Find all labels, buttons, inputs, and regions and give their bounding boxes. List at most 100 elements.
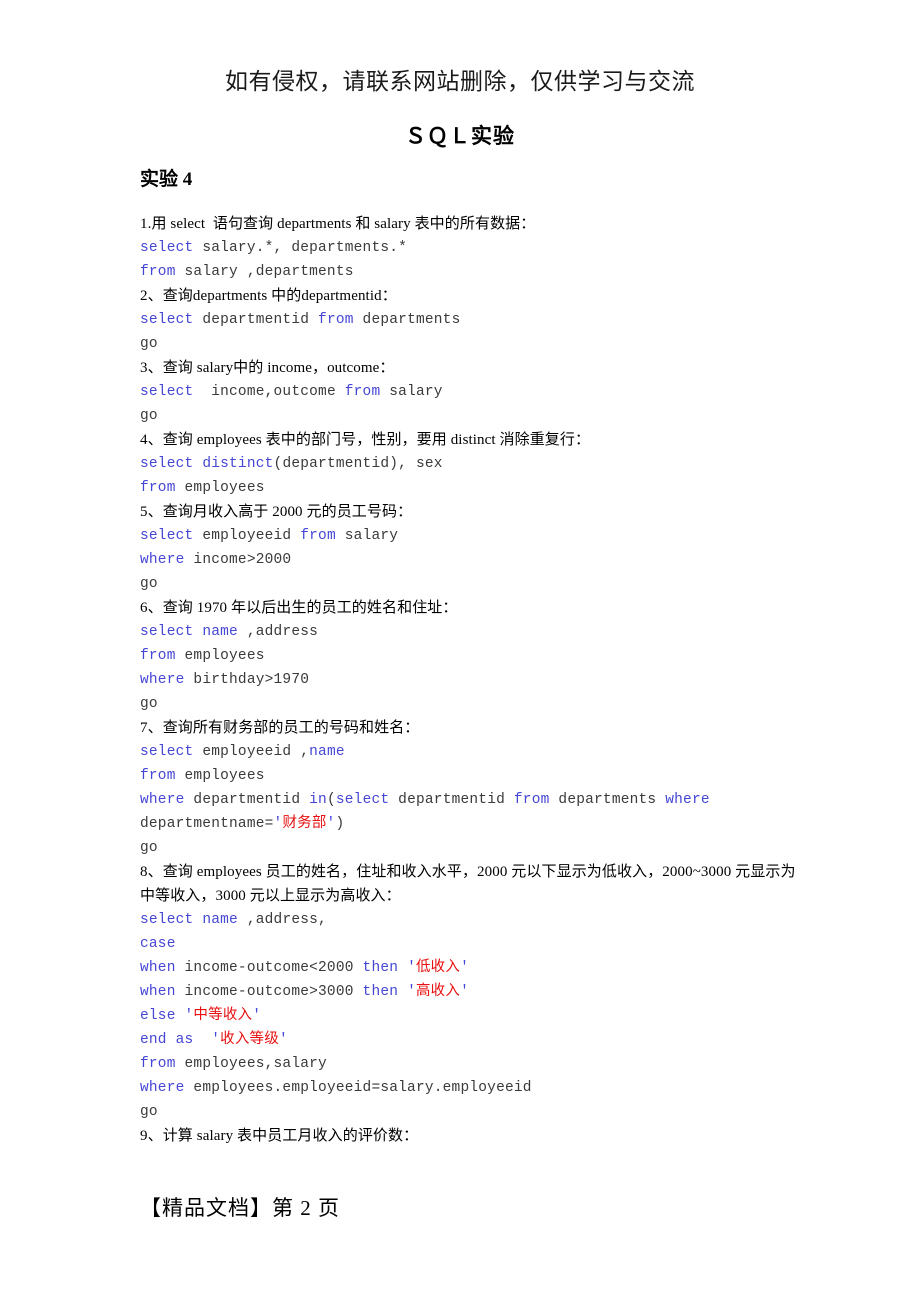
sql-code-line: where employees.employeeid=salary.employ…	[140, 1076, 800, 1100]
sql-code-line: when income-outcome>3000 then '高收入'	[140, 980, 800, 1004]
exercise-prompt-line: 8、查询 employees 员工的姓名，住址和收入水平，2000 元以下显示为…	[140, 864, 796, 904]
sql-code-line: go	[140, 1100, 800, 1124]
sql-keyword: as	[175, 1032, 194, 1048]
sql-text: )	[335, 816, 345, 832]
sql-keyword: select	[140, 240, 194, 256]
sql-code-line: select employeeid ,name	[140, 740, 800, 764]
sql-code-line: where birthday>1970	[140, 668, 800, 692]
sql-keyword: from	[140, 264, 176, 280]
exercise-prompt-line: 3、查询 salary中的 income，outcome：	[140, 360, 395, 376]
sql-text: go	[140, 576, 158, 592]
sql-text: go	[140, 696, 158, 712]
sql-text: birthday>1970	[184, 672, 310, 688]
page-footer: 【精品文档】第 2 页	[140, 1196, 340, 1220]
sql-quote: '	[252, 1008, 262, 1024]
sql-keyword: end	[140, 1032, 167, 1048]
sql-keyword: from	[140, 1056, 176, 1072]
sql-keyword: select	[335, 792, 390, 808]
sql-quote: '	[460, 960, 469, 976]
sql-code-line: select name ,address	[140, 620, 800, 644]
copyright-watermark: 如有侵权，请联系网站删除，仅供学习与交流	[225, 69, 695, 94]
sql-quote: '	[460, 984, 469, 1000]
sql-code-line: where income>2000	[140, 548, 800, 572]
exercise-prompt-line: 2、查询departments 中的departmentid：	[140, 288, 397, 304]
exercise-prompt-line: 4、查询 employees 表中的部门号，性别，要用 distinct 消除重…	[140, 432, 591, 448]
sql-code-line: select employeeid from salary	[140, 524, 800, 548]
sql-keyword: from	[318, 312, 354, 328]
sql-text: departmentid	[184, 792, 310, 808]
sql-string-literal: 中等收入	[193, 1008, 253, 1024]
sql-text: departmentid	[389, 792, 514, 808]
exercise-prompt-line: 1.用 select 语句查询 departments 和 salary 表中的…	[140, 216, 536, 232]
sql-quote: '	[407, 960, 416, 976]
document-body: 实验 4 1.用 select 语句查询 departments 和 salar…	[140, 168, 800, 1148]
sql-keyword: select	[140, 624, 194, 640]
sql-code-line: go	[140, 404, 800, 428]
sql-code-line: select income,outcome from salary	[140, 380, 800, 404]
sql-code-line: from employees,salary	[140, 1052, 800, 1076]
sql-code-line: else '中等收入'	[140, 1004, 800, 1028]
sql-text: employees	[175, 768, 265, 784]
sql-text: departmentid	[193, 312, 319, 328]
sql-text: departments	[549, 792, 666, 808]
sql-text: employees	[175, 480, 265, 496]
sql-keyword: name	[309, 744, 345, 760]
sql-code-line: select departmentid from departments	[140, 308, 800, 332]
sql-code-line: select salary.*, departments.*	[140, 236, 800, 260]
sql-keyword: where	[140, 792, 185, 808]
sql-keyword: select	[140, 744, 194, 760]
sql-code-line: from employees	[140, 476, 800, 500]
sql-code-line: from salary ,departments	[140, 260, 800, 284]
sql-keyword: from	[344, 384, 381, 400]
sql-text: go	[140, 336, 158, 352]
sql-keyword: from	[513, 792, 550, 808]
sql-keyword: in	[309, 792, 327, 808]
sql-code-line: select name ,address,	[140, 908, 800, 932]
sql-quote: '	[407, 984, 416, 1000]
sql-code-line: go	[140, 332, 800, 356]
sql-code-line: when income-outcome<2000 then '低收入'	[140, 956, 800, 980]
sql-text: employees,salary	[175, 1056, 327, 1072]
page-title: ＳＱＬ实验	[405, 124, 515, 148]
sql-text: go	[140, 1104, 158, 1120]
sql-string-literal: 高收入	[415, 984, 461, 1000]
sql-text: salary	[380, 384, 443, 400]
sql-keyword: from	[140, 648, 176, 664]
sql-keyword: then	[362, 984, 399, 1000]
sql-text: go	[140, 840, 158, 856]
sql-text: employeeid ,	[193, 744, 310, 760]
sql-text: ,address	[237, 624, 319, 640]
exercise-prompt-line: 9、计算 salary 表中员工月收入的评价数：	[140, 1128, 419, 1144]
sql-keyword: when	[140, 984, 176, 1000]
sql-keyword: select	[140, 528, 194, 544]
sql-keyword: select	[140, 384, 194, 400]
section-heading: 实验 4	[140, 169, 193, 190]
sql-text: (	[326, 792, 336, 808]
sql-code-line: end as '收入等级'	[140, 1028, 800, 1052]
sql-text: employeeid	[193, 528, 301, 544]
exercise-prompt-line: 6、查询 1970 年以后出生的员工的姓名和住址：	[140, 600, 458, 616]
sql-keyword: distinct	[202, 456, 274, 472]
sql-text: ,address,	[237, 912, 327, 928]
sql-quote: '	[278, 1032, 288, 1048]
sql-code-line: case	[140, 932, 800, 956]
sql-keyword: where	[140, 552, 185, 568]
sql-keyword: select	[140, 912, 194, 928]
sql-keyword: case	[140, 936, 176, 952]
sql-text: income-outcome<2000	[175, 960, 363, 976]
sql-keyword: from	[300, 528, 336, 544]
sql-text: employees.employeeid=salary.employeeid	[184, 1080, 532, 1096]
sql-keyword: from	[140, 768, 176, 784]
sql-text: go	[140, 408, 158, 424]
exercise-prompt-line: 5、查询月收入高于 2000 元的员工号码：	[140, 504, 413, 520]
sql-code-line: go	[140, 692, 800, 716]
sql-text: salary.*, departments.*	[193, 240, 408, 256]
sql-keyword: when	[140, 960, 176, 976]
